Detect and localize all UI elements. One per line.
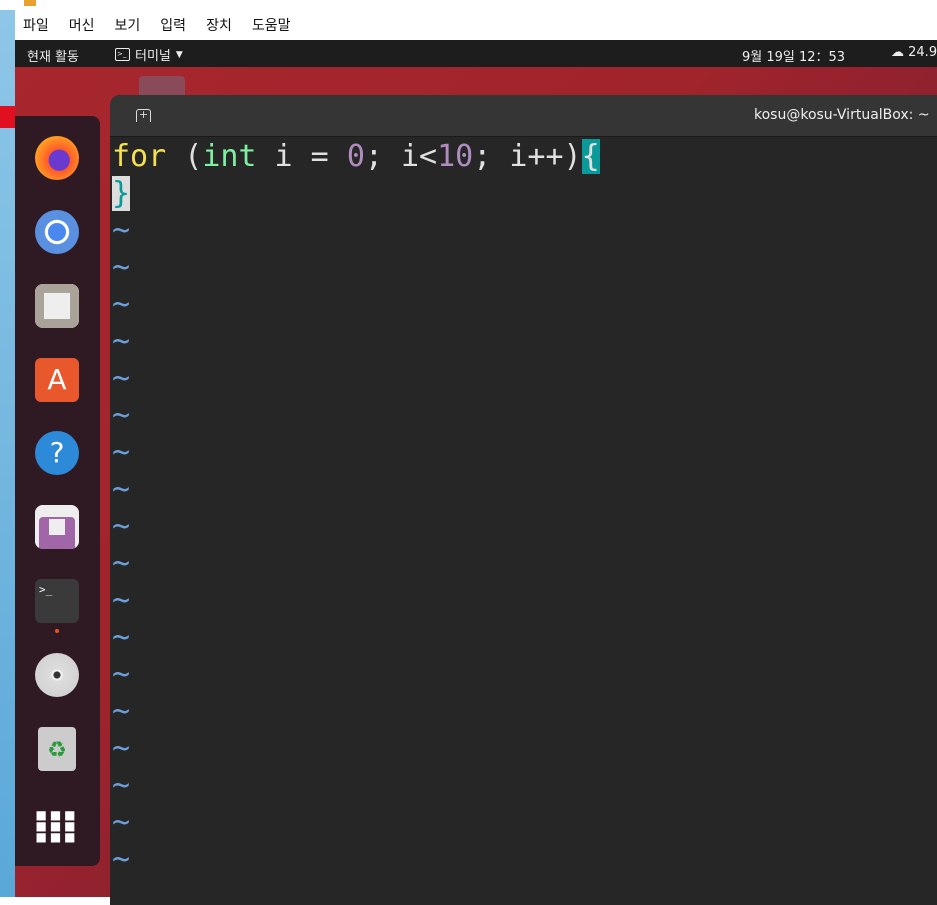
empty-line-tilde: ~ <box>112 583 131 618</box>
code-line: for (int i = 0; i<10; i++){ <box>112 139 600 174</box>
empty-line-tilde: ~ <box>112 361 131 396</box>
settings-toggle-icon[interactable] <box>35 505 79 549</box>
trash-icon[interactable]: ♻ <box>38 727 76 771</box>
app-center-icon[interactable]: A <box>35 358 79 402</box>
empty-line-tilde: ~ <box>112 620 131 655</box>
menu-file[interactable]: 파일 <box>23 15 49 35</box>
cloud-icon: ☁ <box>891 45 909 60</box>
chromium-icon[interactable] <box>35 210 79 254</box>
help-icon[interactable]: ? <box>35 431 79 475</box>
new-tab-icon[interactable]: + <box>136 109 151 122</box>
vbox-menu-bar: 파일 머신 보기 입력 장치 도움말 <box>15 10 937 40</box>
empty-line-tilde: ~ <box>112 731 131 766</box>
vbox-title-bar <box>0 0 937 10</box>
virtualbox-icon <box>24 0 36 6</box>
host-desktop-strip <box>0 10 15 897</box>
empty-line-tilde: ~ <box>112 398 131 433</box>
empty-line-tilde: ~ <box>112 694 131 729</box>
app-menu[interactable]: >_ 터미널 ▼ <box>115 45 183 64</box>
empty-line-tilde: ~ <box>112 768 131 803</box>
empty-line-tilde: ~ <box>112 509 131 544</box>
menu-help[interactable]: 도움말 <box>252 15 291 35</box>
matched-brace: { <box>581 139 600 174</box>
empty-line-tilde: ~ <box>112 287 131 322</box>
empty-line-tilde: ~ <box>112 657 131 692</box>
terminal-window[interactable]: + kosu@kosu-VirtualBox: ~ for (int i = 0… <box>110 95 937 905</box>
app-menu-label: 터미널 <box>135 49 171 64</box>
menu-devices[interactable]: 장치 <box>206 15 232 35</box>
empty-line-tilde: ~ <box>112 324 131 359</box>
empty-line-tilde: ~ <box>112 213 131 248</box>
clock[interactable]: 9월 19일 12：53 <box>742 46 845 65</box>
empty-line-tilde: ~ <box>112 842 131 877</box>
terminal-header-bar: + kosu@kosu-VirtualBox: ~ <box>110 95 937 137</box>
dock: A ? >_ ♻ ■■■ ■■■ ■■■ <box>15 116 100 866</box>
weather-indicator[interactable]: ☁ 24.9 <box>891 45 937 60</box>
cursor: } <box>112 176 131 211</box>
empty-line-tilde: ~ <box>112 546 131 581</box>
empty-line-tilde: ~ <box>112 435 131 470</box>
show-apps-icon[interactable]: ■■■ ■■■ ■■■ <box>35 801 79 845</box>
terminal-app-icon[interactable]: >_ <box>35 579 79 623</box>
gnome-top-bar: 현재 활동 >_ 터미널 ▼ 9월 19일 12：53 ☁ 24.9 <box>15 40 937 67</box>
code-line: } <box>112 175 937 212</box>
menu-input[interactable]: 입력 <box>160 15 186 35</box>
empty-line-tilde: ~ <box>112 250 131 285</box>
firefox-icon[interactable] <box>35 136 79 180</box>
guest-desktop: 현재 활동 >_ 터미널 ▼ 9월 19일 12：53 ☁ 24.9 A ? >… <box>15 40 937 905</box>
files-icon[interactable] <box>35 284 79 328</box>
disc-icon[interactable] <box>35 653 79 697</box>
running-indicator <box>55 629 59 633</box>
chevron-down-icon: ▼ <box>175 49 183 60</box>
menu-view[interactable]: 보기 <box>115 15 141 35</box>
activities-button[interactable]: 현재 활동 <box>27 46 79 65</box>
terminal-icon: >_ <box>115 48 130 61</box>
menu-machine[interactable]: 머신 <box>69 15 95 35</box>
terminal-title: kosu@kosu-VirtualBox: ~ <box>754 107 930 123</box>
empty-line-tilde: ~ <box>112 805 131 840</box>
empty-line-tilde: ~ <box>112 472 131 507</box>
vim-editor[interactable]: for (int i = 0; i<10; i++){} ~ ~ ~ ~ ~ ~ ~ ~ ~ ~ ~ ~… <box>110 137 937 878</box>
